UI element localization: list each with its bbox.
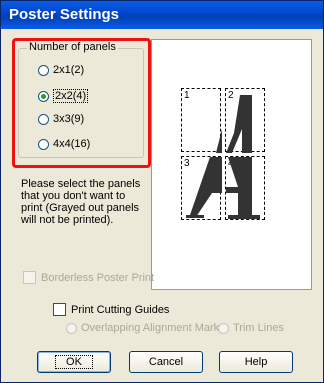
poster-settings-window: Poster Settings Number of panels 2x1(2) … bbox=[0, 0, 324, 383]
radio-2x2[interactable]: 2x2(4) bbox=[38, 89, 89, 103]
radio-4x4-label: 4x4(16) bbox=[53, 138, 91, 150]
borderless-poster-checkbox[interactable]: Borderless Poster Print bbox=[23, 271, 154, 284]
radio-circle[interactable] bbox=[218, 322, 229, 334]
help-button-label: Help bbox=[244, 356, 268, 368]
trim-lines-radio[interactable]: Trim Lines bbox=[218, 322, 284, 334]
radio-selected-dot bbox=[41, 93, 46, 99]
borderless-poster-label: Borderless Poster Print bbox=[41, 271, 155, 284]
letter-a-fragment-2 bbox=[226, 95, 252, 153]
checkbox-box[interactable] bbox=[53, 303, 66, 316]
letter-a-fragment-4 bbox=[226, 157, 260, 219]
ok-button[interactable]: OK bbox=[37, 351, 111, 373]
radio-2x2-label: 2x2(4) bbox=[53, 89, 89, 103]
radio-2x1[interactable]: 2x1(2) bbox=[38, 64, 84, 76]
print-cutting-guides-checkbox[interactable]: Print Cutting Guides bbox=[53, 303, 169, 316]
poster-preview: 1 2 3 4 bbox=[151, 39, 312, 290]
radio-circle[interactable] bbox=[38, 113, 49, 125]
radio-circle[interactable] bbox=[38, 64, 49, 76]
trim-lines-label: Trim Lines bbox=[233, 322, 284, 334]
panel-instructions: Please select the panels that you don't … bbox=[21, 178, 141, 226]
help-button[interactable]: Help bbox=[219, 351, 293, 373]
overlapping-alignment-marks-label: Overlapping Alignment Marks bbox=[81, 322, 225, 334]
preview-panel-3[interactable]: 3 bbox=[181, 156, 222, 220]
preview-panel-2[interactable]: 2 bbox=[225, 88, 265, 153]
title-bar[interactable]: Poster Settings bbox=[1, 1, 323, 29]
letter-a-fragment-1 bbox=[216, 129, 222, 153]
print-cutting-guides-label: Print Cutting Guides bbox=[71, 303, 170, 316]
preview-panel-1[interactable]: 1 bbox=[181, 88, 222, 153]
radio-3x3[interactable]: 3x3(9) bbox=[38, 113, 84, 125]
radio-2x1-label: 2x1(2) bbox=[53, 64, 85, 76]
cancel-button-label: Cancel bbox=[148, 356, 184, 368]
ok-button-label: OK bbox=[55, 355, 93, 369]
radio-3x3-label: 3x3(9) bbox=[53, 113, 85, 125]
overlapping-alignment-marks-radio[interactable]: Overlapping Alignment Marks bbox=[66, 322, 225, 334]
window-title: Poster Settings bbox=[9, 6, 120, 23]
checkbox-box[interactable] bbox=[23, 271, 36, 284]
preview-panel-4[interactable]: 4 bbox=[225, 156, 265, 220]
radio-circle-selected[interactable] bbox=[38, 90, 49, 102]
letter-a-fragment-3 bbox=[186, 157, 222, 218]
cancel-button[interactable]: Cancel bbox=[129, 351, 203, 373]
number-of-panels-legend: Number of panels bbox=[27, 41, 118, 53]
radio-circle[interactable] bbox=[38, 138, 49, 150]
radio-circle[interactable] bbox=[66, 322, 77, 334]
radio-4x4[interactable]: 4x4(16) bbox=[38, 138, 90, 150]
